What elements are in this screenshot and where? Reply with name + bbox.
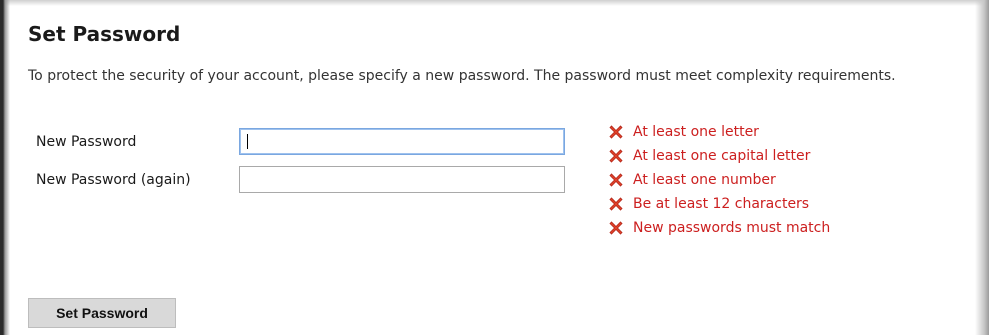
text-cursor	[247, 134, 248, 149]
new-password-label: New Password	[36, 134, 137, 150]
confirm-password-label: New Password (again)	[36, 172, 191, 188]
intro-text: To protect the security of your account,…	[28, 68, 896, 84]
requirement-label: At least one capital letter	[633, 148, 811, 164]
requirement-item: New passwords must match	[607, 216, 830, 240]
requirement-label: Be at least 12 characters	[633, 196, 810, 212]
requirement-label: At least one number	[633, 172, 776, 188]
red-x-icon	[609, 149, 623, 163]
red-x-icon	[609, 197, 623, 211]
requirement-item: Be at least 12 characters	[607, 192, 830, 216]
red-x-icon	[609, 221, 623, 235]
new-password-input[interactable]	[239, 128, 565, 155]
confirm-password-input[interactable]	[239, 166, 565, 193]
set-password-panel: Set Password To protect the security of …	[0, 0, 989, 335]
panel-shadow-right	[975, 0, 989, 335]
panel-shadow-top	[0, 0, 989, 6]
password-requirements-list: At least one letter At least one capital…	[607, 120, 830, 240]
requirement-label: New passwords must match	[633, 220, 831, 236]
set-password-button[interactable]: Set Password	[28, 298, 176, 328]
page-title: Set Password	[28, 22, 181, 46]
panel-shadow-left	[0, 0, 10, 335]
requirement-item: At least one letter	[607, 120, 830, 144]
red-x-icon	[609, 125, 623, 139]
requirement-label: At least one letter	[633, 124, 759, 140]
requirement-item: At least one capital letter	[607, 144, 830, 168]
red-x-icon	[609, 173, 623, 187]
requirement-item: At least one number	[607, 168, 830, 192]
